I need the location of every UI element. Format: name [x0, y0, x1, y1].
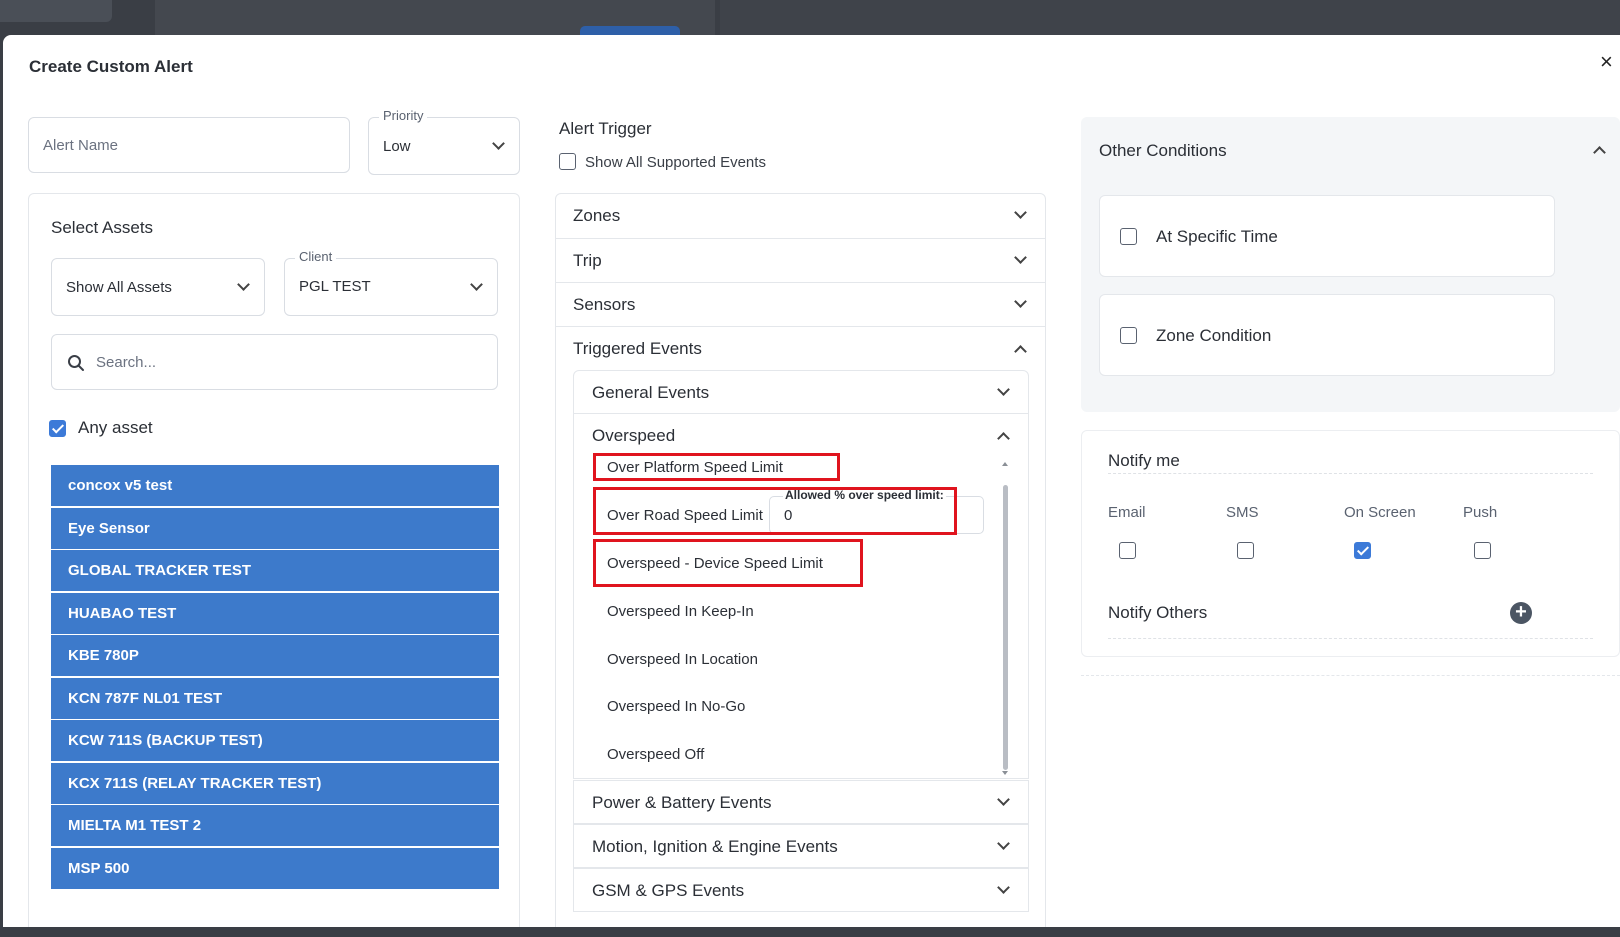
event-overspeed-keep-in[interactable]: Overspeed In Keep-In — [607, 603, 754, 620]
gsm-gps-label: GSM & GPS Events — [592, 881, 745, 900]
chevron-down-icon — [237, 278, 250, 291]
accordion-zones-label: Zones — [573, 206, 621, 225]
channel-on-screen-label: On Screen — [1344, 504, 1416, 521]
alert-trigger-title: Alert Trigger — [559, 119, 652, 138]
accordion-sensors[interactable]: Sensors — [556, 282, 1045, 326]
alert-name-input[interactable]: Alert Name — [28, 117, 350, 173]
notify-panel: Notify me Email SMS On Screen Push Notif… — [1081, 430, 1620, 657]
asset-list-item[interactable]: MSP 500 — [51, 847, 499, 889]
create-alert-modal: Create Custom Alert × Alert Name Priorit… — [3, 35, 1620, 927]
asset-list-item[interactable]: concox v5 test — [51, 465, 499, 506]
subsection-gsm-gps[interactable]: GSM & GPS Events — [573, 868, 1029, 912]
search-placeholder: Search... — [96, 354, 157, 371]
chevron-down-icon — [470, 278, 483, 291]
zone-condition-checkbox[interactable] — [1120, 327, 1137, 344]
highlight-box — [593, 487, 957, 535]
chevron-down-icon — [997, 383, 1010, 396]
accordion-trip-label: Trip — [573, 251, 602, 270]
highlight-box — [593, 453, 840, 481]
any-asset-checkbox[interactable] — [49, 420, 66, 437]
chevron-down-icon — [1014, 206, 1027, 219]
select-assets-title: Select Assets — [51, 218, 154, 237]
asset-search-input[interactable]: Search... — [51, 334, 498, 390]
condition-at-specific-time[interactable]: At Specific Time — [1099, 195, 1555, 277]
search-icon — [68, 355, 84, 371]
modal-title: Create Custom Alert — [29, 57, 193, 76]
select-assets-panel: Select Assets Show All Assets Client PGL… — [28, 193, 520, 927]
event-overspeed-no-go[interactable]: Overspeed In No-Go — [607, 698, 745, 715]
subsection-motion-ignition[interactable]: Motion, Ignition & Engine Events — [573, 824, 1029, 868]
highlight-box — [593, 539, 863, 587]
condition-zone[interactable]: Zone Condition — [1099, 294, 1555, 376]
notify-others-label: Notify Others — [1108, 603, 1208, 622]
power-battery-label: Power & Battery Events — [592, 793, 772, 812]
alert-name-placeholder: Alert Name — [43, 137, 119, 154]
client-select[interactable]: Client PGL TEST — [284, 249, 498, 316]
event-overspeed-location[interactable]: Overspeed In Location — [607, 651, 758, 668]
chevron-down-icon — [492, 137, 505, 150]
client-value: PGL TEST — [299, 278, 371, 295]
any-asset-label: Any asset — [78, 418, 153, 437]
accordion-zones[interactable]: Zones — [556, 194, 1045, 238]
email-checkbox[interactable] — [1119, 542, 1136, 559]
add-notify-others-icon[interactable]: + — [1510, 602, 1532, 624]
accordion-triggered-events-label: Triggered Events — [573, 339, 702, 358]
overspeed-label[interactable]: Overspeed — [592, 426, 675, 446]
notify-me-title: Notify me — [1108, 451, 1180, 470]
backdrop-block — [0, 0, 112, 22]
chevron-up-icon[interactable] — [997, 432, 1010, 445]
push-checkbox[interactable] — [1474, 542, 1491, 559]
channel-push-label: Push — [1463, 504, 1498, 521]
channel-email-label: Email — [1108, 504, 1146, 521]
close-icon[interactable]: × — [1600, 49, 1620, 75]
other-conditions-panel: Other Conditions At Specific Time Zone C… — [1081, 117, 1620, 412]
on-screen-checkbox[interactable] — [1354, 542, 1371, 559]
other-conditions-title: Other Conditions — [1099, 141, 1227, 160]
accordion-triggered-events[interactable]: Triggered Events — [556, 326, 1045, 370]
asset-list-item[interactable]: Eye Sensor — [51, 507, 499, 549]
event-overspeed-off[interactable]: Overspeed Off — [607, 746, 704, 763]
divider — [1108, 638, 1593, 639]
chevron-down-icon — [997, 881, 1010, 894]
backdrop-block — [720, 0, 1620, 36]
asset-list-item[interactable]: KCN 787F NL01 TEST — [51, 677, 499, 719]
asset-list-item[interactable]: GLOBAL TRACKER TEST — [51, 550, 499, 591]
chevron-up-icon[interactable] — [1593, 146, 1606, 159]
divider — [1081, 675, 1620, 676]
at-specific-time-checkbox[interactable] — [1120, 228, 1137, 245]
general-events-label: General Events — [592, 383, 710, 402]
client-label: Client — [295, 249, 337, 264]
channel-sms-label: SMS — [1226, 504, 1259, 521]
chevron-down-icon — [1014, 295, 1027, 308]
scroll-up-arrow[interactable] — [1002, 462, 1008, 466]
priority-value: Low — [383, 138, 411, 155]
sms-checkbox[interactable] — [1237, 542, 1254, 559]
asset-list-item[interactable]: KCW 711S (BACKUP TEST) — [51, 720, 499, 761]
asset-list-item[interactable]: MIELTA M1 TEST 2 — [51, 805, 499, 846]
asset-list-item[interactable]: KBE 780P — [51, 635, 499, 676]
zone-condition-label: Zone Condition — [1156, 326, 1272, 345]
priority-select[interactable]: Priority Low — [368, 108, 520, 175]
asset-list-item[interactable]: HUABAO TEST — [51, 592, 499, 634]
show-all-events-label: Show All Supported Events — [585, 154, 766, 171]
show-all-events-checkbox[interactable] — [559, 153, 576, 170]
subsection-power-battery[interactable]: Power & Battery Events — [573, 780, 1029, 824]
priority-label: Priority — [379, 108, 428, 123]
at-specific-time-label: At Specific Time — [1156, 227, 1278, 246]
accordion-trip[interactable]: Trip — [556, 238, 1045, 282]
chevron-up-icon — [1014, 345, 1027, 358]
motion-ignition-label: Motion, Ignition & Engine Events — [592, 837, 838, 856]
accordion-sensors-label: Sensors — [573, 295, 636, 314]
subsection-general-events[interactable]: General Events — [573, 370, 1029, 414]
asset-list: concox v5 test Eye Sensor GLOBAL TRACKER… — [51, 465, 499, 889]
chevron-down-icon — [997, 837, 1010, 850]
chevron-down-icon — [997, 793, 1010, 806]
asset-filter-select[interactable]: Show All Assets — [51, 258, 265, 316]
scroll-down-arrow[interactable] — [1002, 771, 1008, 775]
scrollbar[interactable] — [1003, 485, 1008, 770]
asset-filter-value: Show All Assets — [66, 279, 172, 296]
chevron-down-icon — [1014, 251, 1027, 264]
divider — [1108, 473, 1593, 474]
asset-list-item[interactable]: KCX 711S (RELAY TRACKER TEST) — [51, 762, 499, 804]
